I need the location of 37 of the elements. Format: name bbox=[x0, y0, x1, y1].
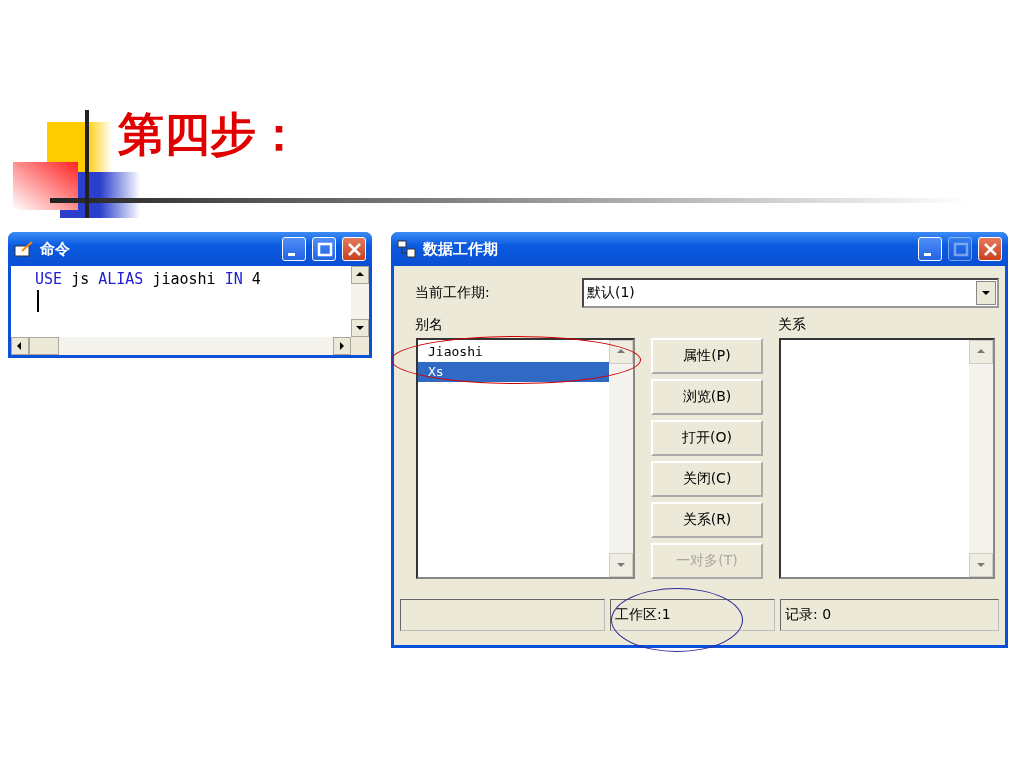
work-area-status: 工作区:1 bbox=[610, 599, 775, 631]
action-button[interactable]: 浏览(B) bbox=[651, 379, 763, 415]
tables-icon bbox=[397, 240, 417, 258]
minimize-icon bbox=[288, 252, 295, 256]
window-title: 数据工作期 bbox=[423, 239, 499, 259]
close-icon bbox=[981, 240, 999, 258]
minimize-icon bbox=[924, 252, 931, 256]
horizontal-scrollbar[interactable] bbox=[11, 337, 351, 355]
command-line: USE js ALIAS jiaoshi IN 4 bbox=[35, 270, 262, 288]
command-window-icon bbox=[14, 241, 34, 257]
alias-item[interactable]: Jiaoshi bbox=[418, 342, 609, 362]
list-label: 关系 bbox=[778, 316, 807, 334]
session-dropdown[interactable]: 默认(1) bbox=[582, 278, 999, 308]
scrollbar-thumb[interactable] bbox=[29, 337, 59, 355]
action-button[interactable]: 打开(O) bbox=[651, 420, 763, 456]
text-cursor bbox=[37, 290, 39, 312]
record-count-status: 记录: 0 bbox=[780, 599, 999, 631]
close-icon bbox=[345, 240, 363, 258]
vertical-scrollbar[interactable] bbox=[969, 340, 993, 577]
action-button[interactable]: 关闭(C) bbox=[651, 461, 763, 497]
alias-item[interactable]: Xs bbox=[418, 362, 609, 382]
minimize-button[interactable] bbox=[918, 237, 942, 261]
close-button[interactable] bbox=[978, 237, 1002, 261]
resize-grip[interactable] bbox=[351, 337, 369, 355]
maximize-icon bbox=[315, 240, 333, 258]
action-button[interactable]: 属性(P) bbox=[651, 338, 763, 374]
slide-title: 第四步： bbox=[118, 106, 302, 163]
window-title: 命令 bbox=[40, 239, 71, 259]
field-label: 当前工作期: bbox=[415, 284, 490, 302]
minimize-button[interactable] bbox=[282, 237, 306, 261]
vertical-scrollbar[interactable] bbox=[351, 266, 369, 337]
vertical-scrollbar[interactable] bbox=[609, 340, 633, 577]
action-button[interactable]: 关系(R) bbox=[651, 502, 763, 538]
list-label: 别名 bbox=[415, 316, 444, 334]
maximize-button[interactable] bbox=[312, 237, 336, 261]
maximize-icon bbox=[951, 240, 969, 258]
close-button[interactable] bbox=[342, 237, 366, 261]
